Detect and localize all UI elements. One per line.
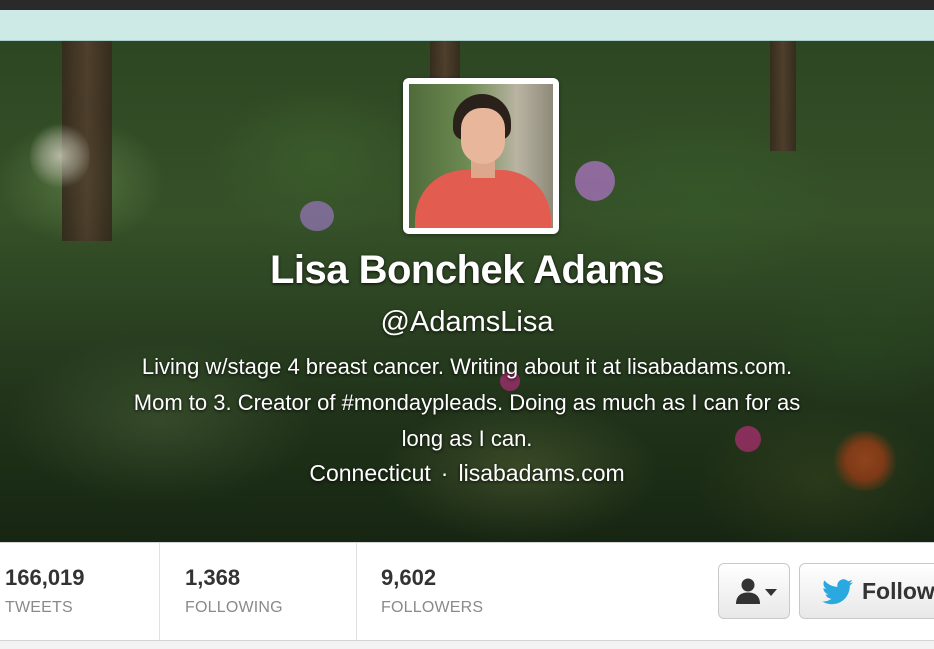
stat-following-label: FOLLOWING: [185, 599, 283, 616]
profile-location: Connecticut: [309, 460, 431, 486]
twitter-bird-icon: [822, 579, 853, 605]
stat-following-value: 1,368: [185, 565, 241, 590]
stat-followers-value: 9,602: [381, 565, 437, 590]
bio-line: Living w/stage 4 breast cancer. Writing …: [141, 354, 793, 379]
profile-header: Lisa Bonchek Adams @AdamsLisa Living w/s…: [0, 41, 934, 542]
follow-button[interactable]: Follow: [799, 563, 934, 619]
avatar-shirt: [415, 170, 551, 228]
stat-tweets-value: 166,019: [5, 565, 85, 590]
profile-avatar[interactable]: [403, 78, 559, 234]
stat-followers[interactable]: 9,602 FOLLOWERS: [357, 543, 557, 640]
profile-name: Lisa Bonchek Adams: [269, 248, 665, 292]
top-bar: [0, 0, 934, 10]
stat-following[interactable]: 1,368 FOLLOWING: [160, 543, 357, 640]
accent-strip: [0, 10, 934, 41]
user-actions-dropdown-button[interactable]: [718, 563, 790, 619]
stat-tweets[interactable]: 166,019 TWEETS: [0, 543, 160, 640]
stat-tweets-label: TWEETS: [5, 599, 73, 616]
profile-website-link[interactable]: lisabadams.com: [458, 460, 624, 486]
user-icon: [736, 578, 760, 604]
profile-bio: Living w/stage 4 breast cancer. Writing …: [60, 349, 874, 457]
bio-line: long as I can.: [401, 426, 533, 451]
avatar-face: [461, 108, 505, 164]
chevron-down-icon: [765, 589, 777, 596]
profile-meta: Connecticut · lisabadams.com: [0, 460, 934, 487]
profile-stats-bar: 166,019 TWEETS 1,368 FOLLOWING 9,602 FOL…: [0, 542, 934, 641]
avatar-photo: [409, 84, 553, 228]
stat-followers-label: FOLLOWERS: [381, 599, 484, 616]
profile-screen-name: @AdamsLisa: [380, 306, 554, 338]
bio-line: Mom to 3. Creator of #mondaypleads. Doin…: [133, 390, 801, 415]
follow-button-label: Follow: [862, 578, 934, 604]
meta-separator: ·: [440, 460, 449, 486]
